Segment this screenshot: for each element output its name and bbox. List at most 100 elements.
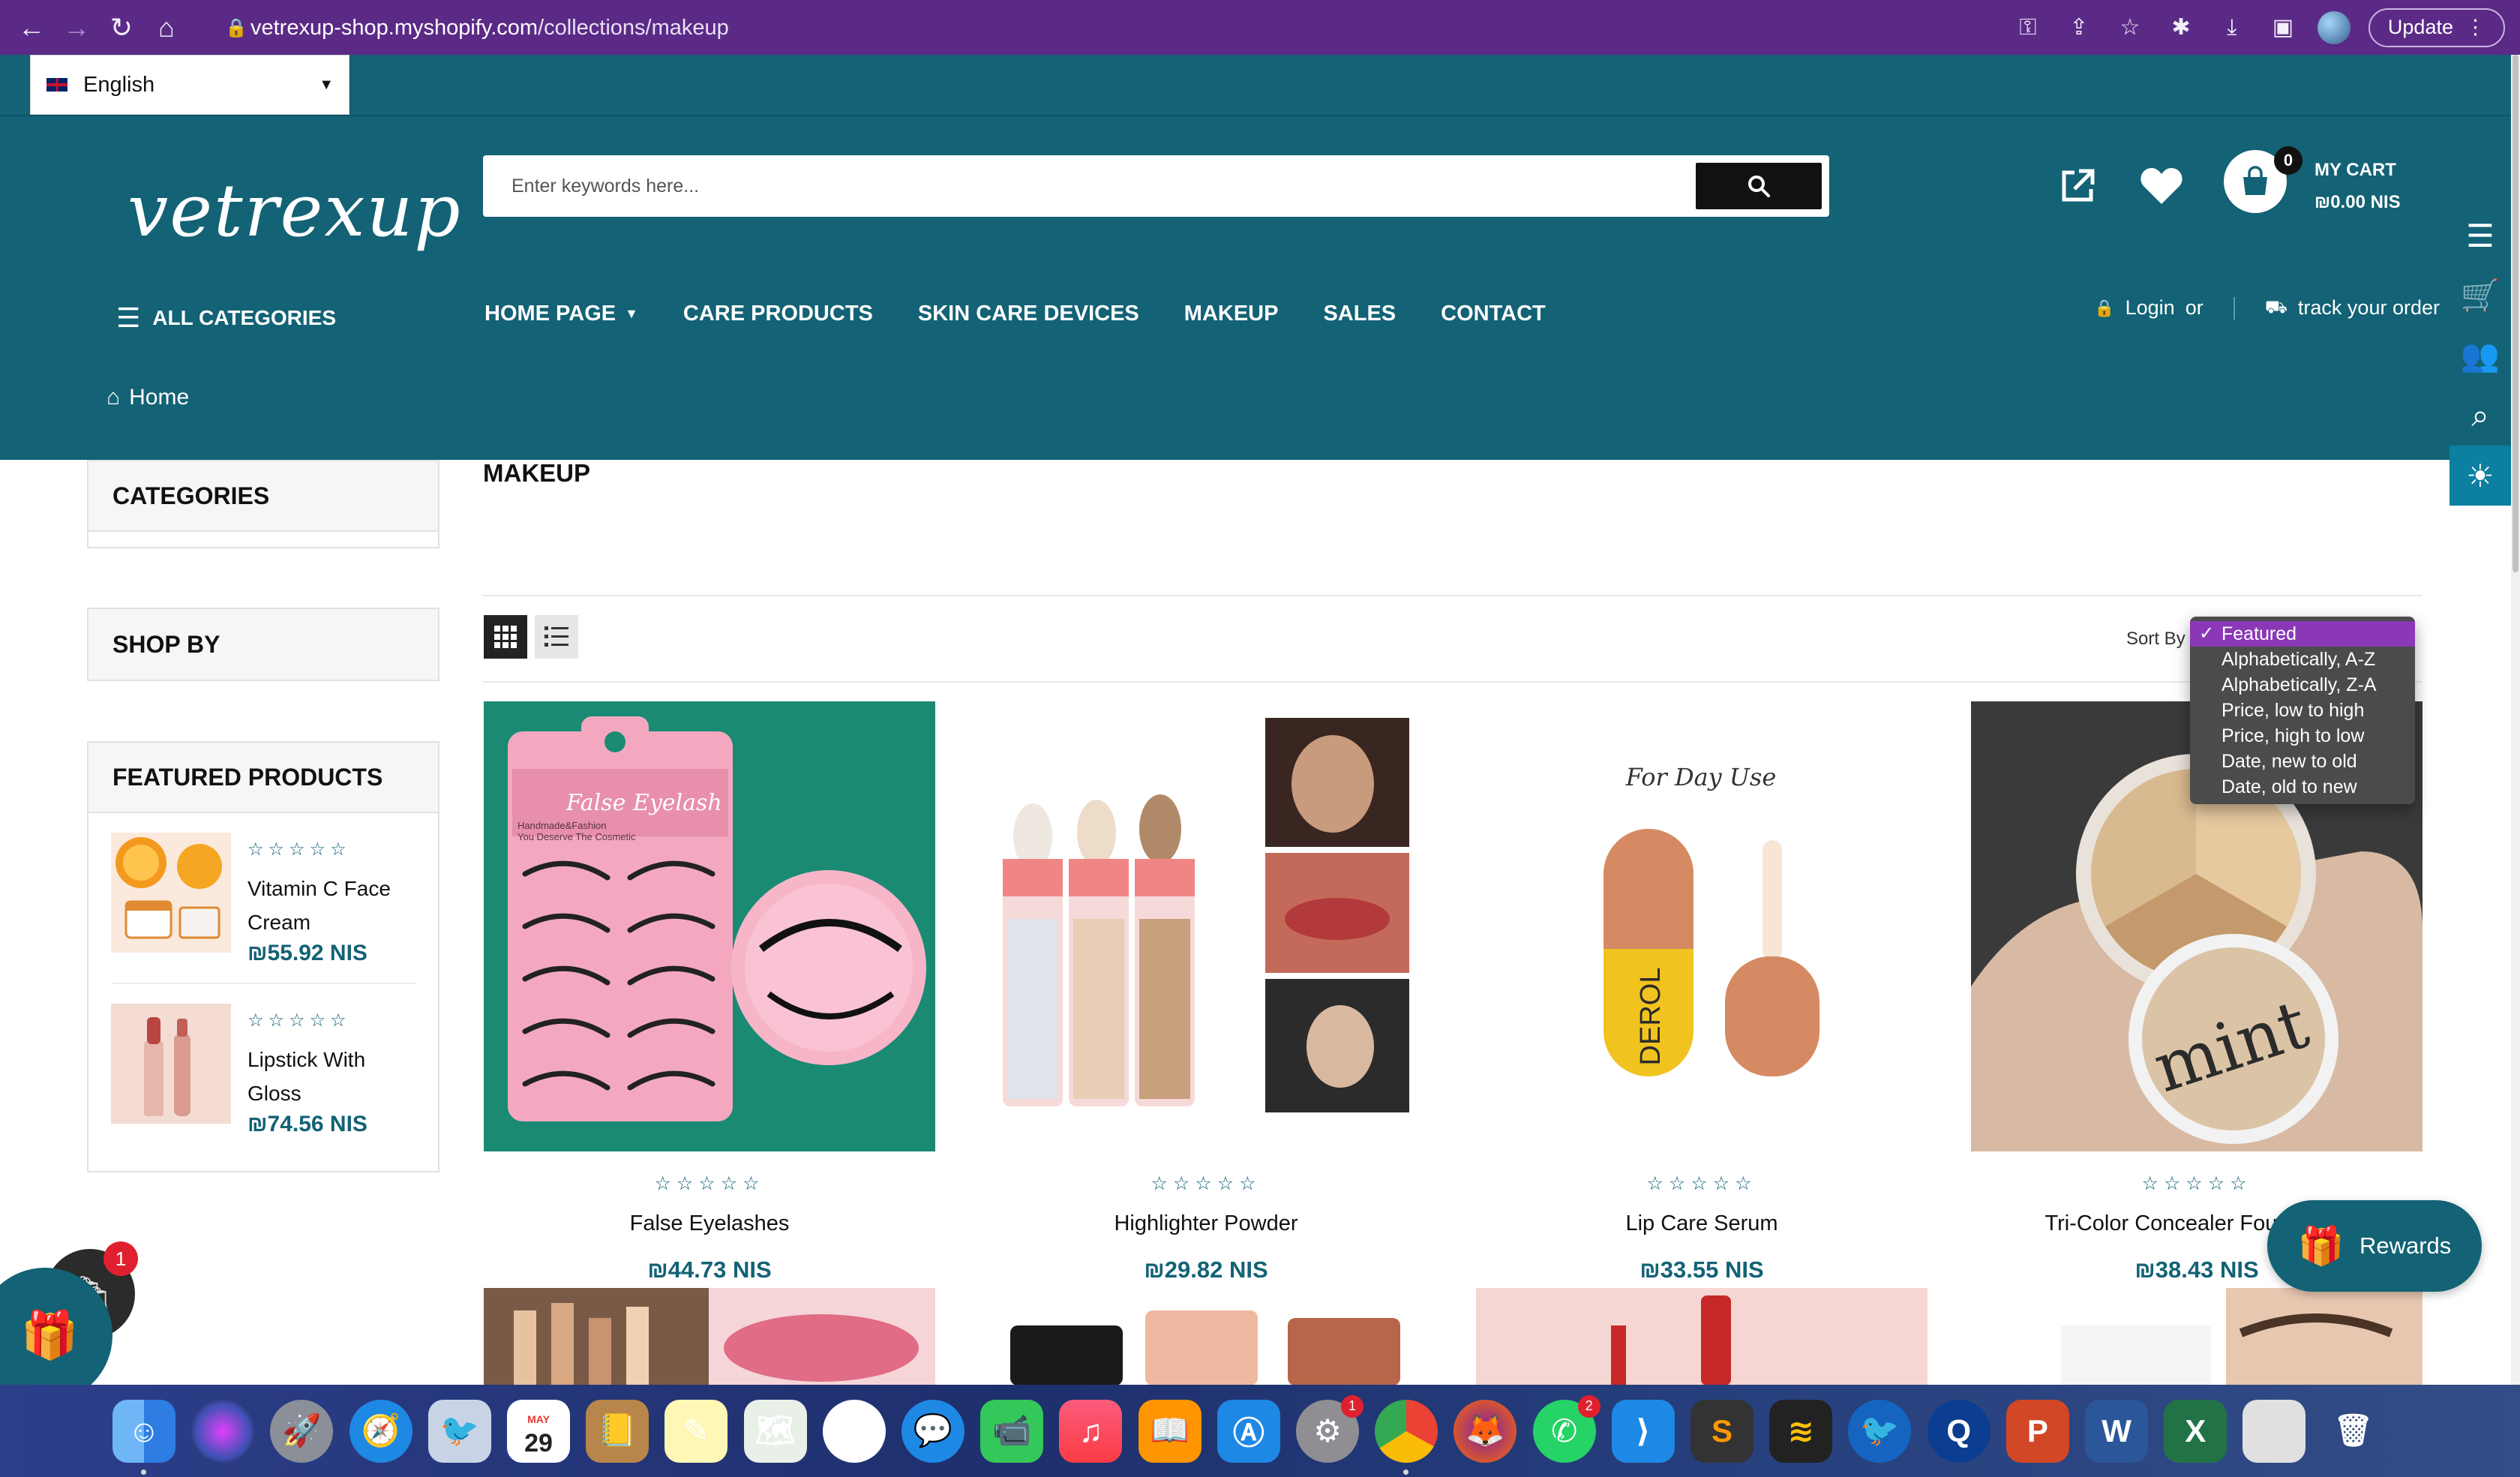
search-icon[interactable]: ⌕	[2450, 386, 2511, 446]
product-image-partial[interactable]	[484, 1288, 935, 1385]
search-input[interactable]	[483, 155, 1696, 217]
share-icon[interactable]: ⇪	[2062, 11, 2096, 44]
address-bar[interactable]: 🔒 vetrexup-shop.myshopify.com/collection…	[225, 9, 2085, 47]
reload-icon[interactable]: ↻	[99, 5, 144, 50]
site-logo[interactable]: vetrexup	[128, 160, 460, 261]
messages-icon[interactable]: 💬	[902, 1399, 965, 1463]
product-image-partial[interactable]	[980, 1288, 1432, 1385]
product-image-partial[interactable]	[1971, 1288, 2422, 1385]
grid-view-button[interactable]	[484, 615, 527, 659]
featured-product[interactable]: ☆☆☆☆☆ Lipstick With Gloss ₪74.56 NIS	[111, 984, 416, 1155]
system-settings-icon[interactable]: ⚙ 1	[1296, 1394, 1364, 1463]
all-categories-label: ALL CATEGORIES	[152, 306, 337, 329]
nav-skin-care-devices[interactable]: SKIN CARE DEVICES	[896, 295, 1162, 332]
whatsapp-icon[interactable]: ✆ 2	[1532, 1394, 1600, 1463]
lipstick-gloss-image[interactable]	[111, 1004, 231, 1124]
shop-by-title[interactable]: SHOP BY	[88, 609, 438, 680]
facetime-icon[interactable]: 📹	[980, 1399, 1044, 1463]
account-users-icon[interactable]: 👥	[2450, 326, 2511, 386]
books-icon[interactable]: 📖	[1138, 1399, 1202, 1463]
theme-sun-icon[interactable]: ☀	[2450, 446, 2511, 506]
key-icon[interactable]: ⚿	[2012, 11, 2044, 44]
downloads-stack-icon[interactable]	[2242, 1399, 2306, 1463]
excel-icon[interactable]: X	[2164, 1399, 2228, 1463]
sidepanel-icon[interactable]: ▣	[2266, 11, 2300, 44]
filter-sliders-icon[interactable]: ☰	[2450, 206, 2511, 266]
product-image-partial[interactable]	[1476, 1288, 1928, 1385]
nav-sales[interactable]: SALES	[1300, 295, 1418, 332]
nav-makeup[interactable]: MAKEUP	[1162, 295, 1301, 332]
photos-icon[interactable]: ✿	[822, 1399, 886, 1463]
word-icon[interactable]: W	[2085, 1399, 2149, 1463]
mail-stamp-icon[interactable]: 🐦	[428, 1399, 491, 1463]
sort-option-price-high-low[interactable]: Price, high to low	[2190, 723, 2415, 749]
sublime-text-icon[interactable]: S	[1690, 1399, 1754, 1463]
sort-option-featured[interactable]: Featured	[2190, 621, 2415, 647]
sort-dropdown-menu[interactable]: Featured Alphabetically, A-Z Alphabetica…	[2190, 617, 2415, 804]
bookmark-star-icon[interactable]: ☆	[2114, 11, 2146, 44]
powerpoint-icon[interactable]: P	[2006, 1399, 2069, 1463]
breadcrumb-home[interactable]: Home	[129, 385, 189, 410]
page-scrollbar[interactable]	[2511, 55, 2520, 1385]
music-icon[interactable]: ♫	[1059, 1399, 1123, 1463]
rewards-button[interactable]: 🎁 Rewards	[2267, 1200, 2482, 1292]
lip-serum-tagline: For Day Use	[1625, 763, 1777, 791]
featured-product-name[interactable]: Vitamin C Face Cream	[248, 872, 412, 939]
categories-title[interactable]: CATEGORIES	[88, 461, 438, 532]
bird-app-icon[interactable]: 🐦	[1848, 1399, 1912, 1463]
vscode-icon[interactable]: ⟩	[1611, 1399, 1675, 1463]
product-image-highlighter-powder[interactable]	[980, 701, 1432, 1151]
contacts-icon[interactable]: 📒	[586, 1399, 650, 1463]
firefox-icon[interactable]: 🦊	[1454, 1399, 1517, 1463]
featured-product-name[interactable]: Lipstick With Gloss	[248, 1043, 412, 1110]
shopping-cart-icon[interactable]: 🛒	[2450, 266, 2511, 326]
rating-stars: ☆☆☆☆☆	[1150, 1173, 1262, 1194]
cart-title[interactable]: MY CART	[2314, 160, 2396, 181]
extensions-icon[interactable]: ✱	[2164, 11, 2198, 44]
trash-icon[interactable]: 🗑	[2322, 1400, 2385, 1463]
nav-care-products[interactable]: CARE PRODUCTS	[661, 295, 896, 332]
siri-icon[interactable]	[191, 1399, 255, 1463]
nav-home-page[interactable]: HOME PAGE ▼	[483, 295, 661, 332]
search-button[interactable]	[1696, 163, 1822, 209]
safari-icon[interactable]: 🧭	[349, 1399, 412, 1463]
vitamin-c-cream-image[interactable]	[111, 833, 231, 953]
featured-product[interactable]: ☆☆☆☆☆ Vitamin C Face Cream ₪55.92 NIS	[111, 813, 416, 984]
product-name[interactable]: Lip Care Serum	[1476, 1211, 1928, 1236]
download-icon[interactable]: ⤓	[2216, 11, 2248, 44]
notes-icon[interactable]: ✎	[664, 1399, 728, 1463]
product-name[interactable]: False Eyelashes	[484, 1211, 935, 1236]
calendar-icon[interactable]: MAY 29	[507, 1399, 571, 1463]
quicktime-icon[interactable]: Q	[1927, 1399, 1990, 1463]
sort-option-alpha-az[interactable]: Alphabetically, A-Z	[2190, 647, 2415, 672]
calendar-month: MAY	[527, 1412, 550, 1425]
finder-icon[interactable]: ☺	[112, 1399, 176, 1475]
external-link-icon[interactable]	[2051, 160, 2104, 212]
profile-avatar[interactable]	[2317, 11, 2350, 44]
scrollbar-thumb[interactable]	[2512, 55, 2518, 572]
wishlist-heart-icon[interactable]	[2135, 160, 2188, 212]
all-categories-toggle[interactable]: ☰ ALL CATEGORIES	[116, 302, 336, 334]
layers-app-icon[interactable]: ≋	[1769, 1399, 1833, 1463]
chrome-icon[interactable]	[1375, 1399, 1438, 1475]
sort-option-date-old-new[interactable]: Date, old to new	[2190, 774, 2415, 800]
list-view-button[interactable]	[535, 615, 578, 659]
cart-count-badge: 0	[2274, 146, 2302, 175]
product-image-lip-care-serum[interactable]: For Day Use DEROL	[1476, 701, 1928, 1151]
language-select[interactable]: English ▼	[30, 55, 350, 115]
login-link[interactable]: Login	[2126, 296, 2175, 320]
nav-contact[interactable]: CONTACT	[1418, 295, 1568, 332]
back-arrow-icon[interactable]: ←	[9, 5, 54, 50]
maps-icon[interactable]: 🗺	[743, 1399, 807, 1463]
sort-option-price-low-high[interactable]: Price, low to high	[2190, 698, 2415, 723]
forward-arrow-icon[interactable]: →	[54, 5, 99, 50]
product-image-false-eyelashes[interactable]: False Eyelash Handmade&Fashion You Deser…	[484, 701, 935, 1151]
home-icon[interactable]: ⌂	[144, 5, 189, 50]
sort-option-date-new-old[interactable]: Date, new to old	[2190, 749, 2415, 774]
update-button[interactable]: Update ⋮	[2368, 8, 2505, 47]
product-name[interactable]: Highlighter Powder	[980, 1211, 1432, 1236]
launchpad-icon[interactable]: 🚀	[270, 1399, 334, 1463]
sort-option-alpha-za[interactable]: Alphabetically, Z-A	[2190, 672, 2415, 698]
track-order-link[interactable]: track your order	[2298, 296, 2440, 320]
app-store-icon[interactable]: Ⓐ	[1216, 1399, 1280, 1463]
